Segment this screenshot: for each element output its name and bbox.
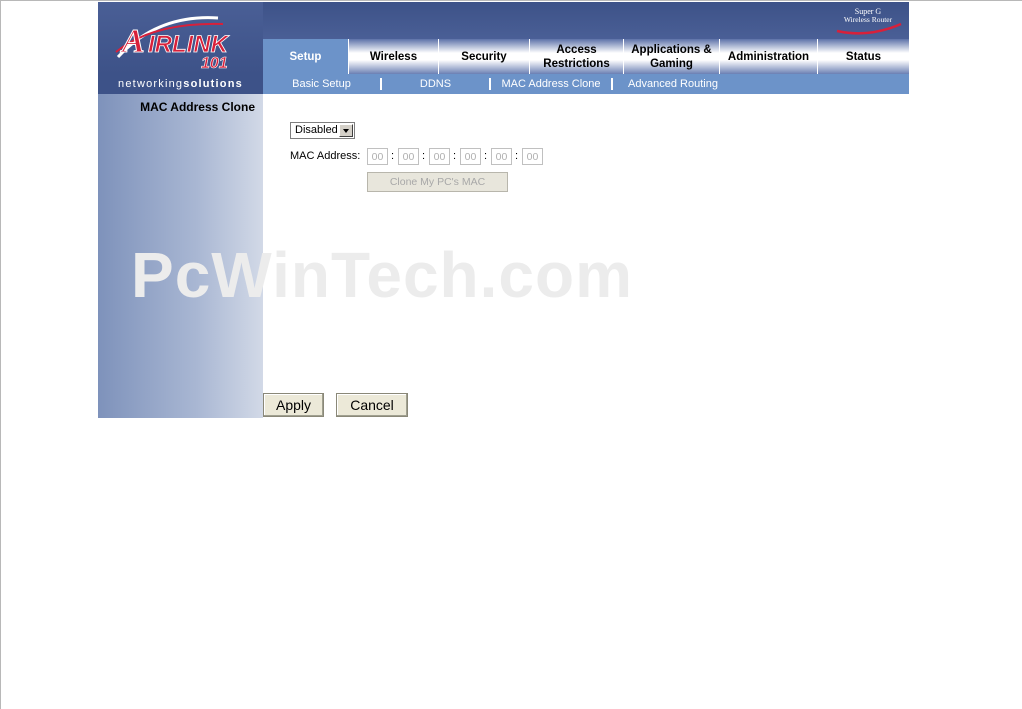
subnav-ddns[interactable]: DDNS <box>382 78 489 90</box>
svg-text:A: A <box>120 23 145 60</box>
tab-status[interactable]: Status <box>818 39 909 74</box>
mac-octet-3[interactable] <box>429 148 450 165</box>
subnav-advanced-routing[interactable]: Advanced Routing <box>613 78 733 90</box>
clone-mac-button[interactable]: Clone My PC's MAC <box>367 172 508 192</box>
mac-octet-4[interactable] <box>460 148 481 165</box>
tab-label: Wireless <box>369 50 418 63</box>
section-title: MAC Address Clone <box>140 100 255 114</box>
tagline-light: networking <box>118 78 184 90</box>
subnav-mac-address-clone[interactable]: MAC Address Clone <box>491 78 611 90</box>
mac-octet-1[interactable] <box>367 148 388 165</box>
tab-label: Security <box>461 50 507 63</box>
header-band: Super G Wireless Router <box>263 2 909 39</box>
mac-separator: : <box>515 150 519 162</box>
main-tabs: Setup Wireless Security Access Restricti… <box>263 39 909 74</box>
airlink-logo-icon: A IRLINK 101 <box>115 16 230 72</box>
tab-access-restrictions[interactable]: Access Restrictions <box>530 39 624 74</box>
mac-octet-6[interactable] <box>522 148 543 165</box>
tab-applications-gaming[interactable]: Applications & Gaming <box>624 39 720 74</box>
subnav-basic-setup[interactable]: Basic Setup <box>263 78 380 90</box>
mac-separator: : <box>422 150 426 162</box>
svg-text:101: 101 <box>201 55 228 72</box>
select-value: Disabled <box>295 124 338 136</box>
super-g-router-badge-icon: Super G Wireless Router <box>836 7 902 35</box>
mac-separator: : <box>484 150 488 162</box>
router-admin-page: A IRLINK 101 networkingsolutions Super G… <box>98 2 909 418</box>
mac-clone-mode-select[interactable]: Disabled <box>290 122 355 139</box>
mac-address-label: MAC Address: <box>290 150 361 162</box>
apply-button[interactable]: Apply <box>263 393 324 417</box>
mac-octet-5[interactable] <box>491 148 512 165</box>
tab-label: Status <box>845 50 882 63</box>
tab-label: Setup <box>289 50 322 63</box>
tagline: networkingsolutions <box>98 74 263 94</box>
cancel-button[interactable]: Cancel <box>336 393 408 417</box>
badge-line2: Wireless Router <box>844 15 893 24</box>
tab-administration[interactable]: Administration <box>720 39 818 74</box>
airlink-logo: A IRLINK 101 <box>98 2 263 74</box>
tab-security[interactable]: Security <box>439 39 530 74</box>
tab-label: Applications & Gaming <box>631 43 712 70</box>
tagline-bold: solutions <box>183 78 243 90</box>
tab-label: Access Restrictions <box>543 43 610 70</box>
tab-label: Administration <box>727 50 810 63</box>
mac-separator: : <box>453 150 457 162</box>
svg-text:IRLINK: IRLINK <box>148 31 230 58</box>
tab-setup[interactable]: Setup <box>263 39 349 74</box>
mac-separator: : <box>391 150 395 162</box>
watermark-text: PcWinTech.com <box>131 239 633 311</box>
mac-octet-2[interactable] <box>398 148 419 165</box>
chevron-down-icon[interactable] <box>339 124 353 137</box>
tab-wireless[interactable]: Wireless <box>349 39 439 74</box>
sub-navigation: Basic Setup DDNS MAC Address Clone Advan… <box>263 74 909 94</box>
